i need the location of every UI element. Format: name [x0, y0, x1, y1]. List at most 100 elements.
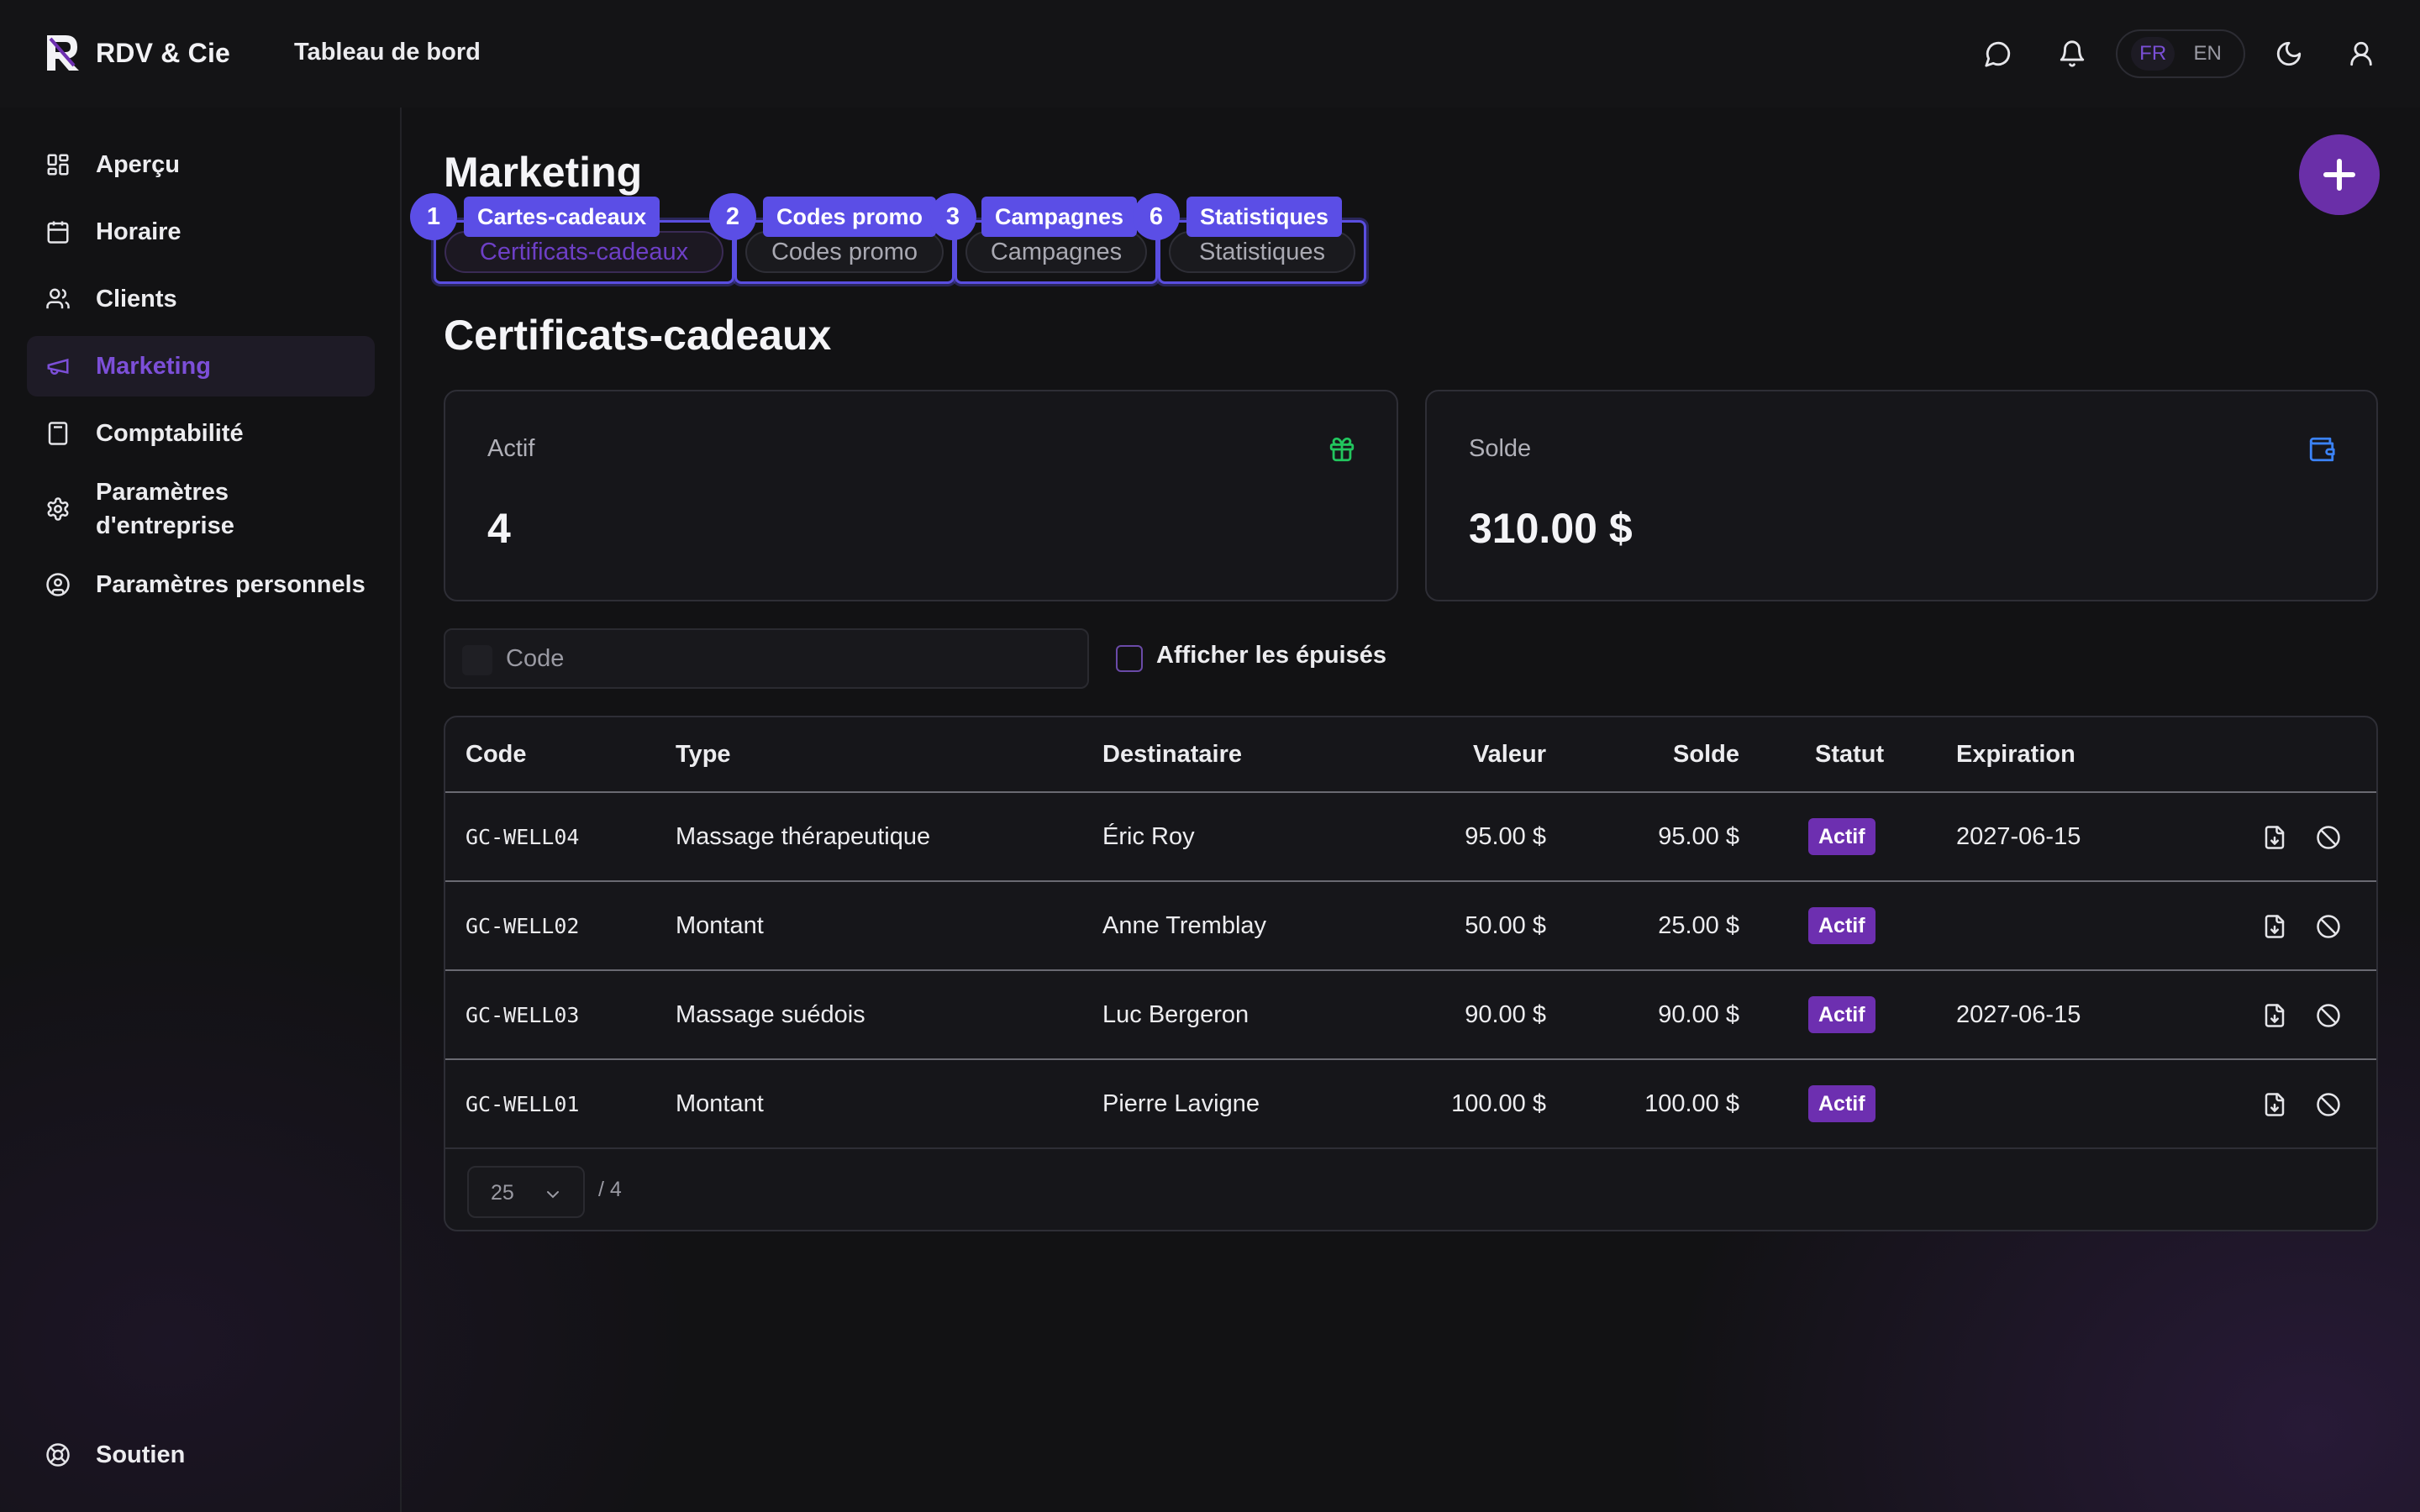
tab-label: Statistiques — [1169, 231, 1355, 273]
card-value: 310.00 $ — [1469, 505, 1633, 552]
card-label: Solde — [1469, 435, 1532, 462]
calendar-icon — [44, 218, 72, 246]
download-file-icon[interactable] — [2259, 1000, 2291, 1032]
column-header-expiration[interactable]: Expiration — [1956, 741, 2075, 769]
overlay-mark-number: 3 — [929, 193, 976, 240]
sidebar-item-label: Marketing — [96, 353, 211, 380]
page-title: Marketing — [444, 149, 643, 196]
sidebar-item-clients[interactable]: Clients — [27, 269, 375, 329]
status-badge: Actif — [1808, 1085, 1876, 1122]
cell-code: GC-WELL01 — [466, 1092, 580, 1116]
lang-en[interactable]: EN — [2185, 37, 2229, 71]
card-label: Actif — [487, 435, 535, 462]
sidebar-item-parametres-entreprise[interactable]: Paramètres d'entreprise — [27, 470, 375, 548]
overlay-mark-number: 1 — [410, 193, 457, 240]
chevron-down-icon — [547, 1191, 559, 1199]
cell-code: GC-WELL02 — [466, 914, 580, 938]
cell-balance: 90.00 $ — [1658, 1001, 1739, 1028]
grid-icon — [44, 150, 72, 179]
sidebar-item-label: Soutien — [96, 1441, 186, 1468]
page-size-select[interactable]: 25 — [467, 1166, 585, 1218]
column-header-type[interactable]: Type — [676, 741, 731, 769]
column-header-value[interactable]: Valeur — [1473, 741, 1546, 769]
sidebar-item-label: Horaire — [96, 218, 182, 245]
overlay-mark-label: Codes promo — [763, 197, 937, 237]
download-file-icon[interactable] — [2259, 822, 2291, 853]
column-header-status[interactable]: Statut — [1815, 741, 1884, 769]
page-total: / 4 — [598, 1178, 622, 1201]
cell-value: 95.00 $ — [1465, 823, 1546, 850]
cell-recipient: Luc Bergeron — [1102, 1001, 1249, 1028]
logo-icon — [47, 35, 79, 71]
sidebar: Aperçu Horaire Clients Marketing Comptab… — [0, 108, 402, 1512]
balance-card: Solde 310.00 $ — [1425, 390, 2378, 601]
sidebar-item-label: Clients — [96, 286, 177, 312]
user-icon[interactable] — [2344, 37, 2378, 71]
cell-recipient: Éric Roy — [1102, 823, 1195, 850]
language-switch[interactable]: FR EN — [2116, 29, 2245, 78]
plus-icon — [2323, 159, 2355, 191]
table-row[interactable]: GC-WELL01 Montant Pierre Lavigne 100.00 … — [445, 1060, 2376, 1149]
column-header-balance[interactable]: Solde — [1673, 741, 1739, 769]
gift-certificates-table: Code Type Destinataire Valeur Solde Stat… — [444, 716, 2378, 1231]
disable-icon[interactable] — [2312, 1000, 2344, 1032]
top-bar: RDV & Cie Tableau de bord FR EN — [0, 0, 2420, 108]
header-title: Tableau de bord — [294, 39, 481, 66]
sidebar-item-soutien[interactable]: Soutien — [27, 1425, 375, 1485]
cell-code: GC-WELL03 — [466, 1003, 580, 1027]
code-search-input[interactable]: Code — [444, 628, 1089, 689]
sidebar-item-marketing[interactable]: Marketing — [27, 336, 375, 396]
sidebar-item-label: Paramètres personnels — [96, 571, 366, 598]
sidebar-item-horaire[interactable]: Horaire — [27, 202, 375, 262]
download-file-icon[interactable] — [2259, 911, 2291, 942]
moon-icon[interactable] — [2272, 37, 2306, 71]
sidebar-item-label: Aperçu — [96, 151, 180, 178]
table-row[interactable]: GC-WELL02 Montant Anne Tremblay 50.00 $ … — [445, 882, 2376, 971]
sidebar-item-parametres-personnels[interactable]: Paramètres personnels — [27, 554, 375, 615]
add-button[interactable] — [2299, 134, 2380, 215]
show-depleted-checkbox[interactable] — [1116, 645, 1143, 672]
disable-icon[interactable] — [2312, 1089, 2344, 1121]
show-depleted-label[interactable]: Afficher les épuisés — [1156, 642, 1386, 669]
overlay-mark-number: 6 — [1133, 193, 1180, 240]
table-row[interactable]: GC-WELL03 Massage suédois Luc Bergeron 9… — [445, 971, 2376, 1060]
cell-type: Montant — [676, 912, 764, 939]
overlay-mark-label: Campagnes — [981, 197, 1138, 237]
cell-recipient: Anne Tremblay — [1102, 912, 1267, 939]
column-header-recipient[interactable]: Destinataire — [1102, 741, 1242, 769]
status-badge: Actif — [1808, 818, 1876, 855]
search-icon — [462, 645, 492, 675]
download-file-icon[interactable] — [2259, 1089, 2291, 1121]
disable-icon[interactable] — [2312, 822, 2344, 853]
sidebar-item-label: Comptabilité — [96, 420, 244, 447]
active-count-card: Actif 4 — [444, 390, 1398, 601]
gift-icon — [1329, 437, 1355, 462]
cell-balance: 25.00 $ — [1658, 912, 1739, 939]
lang-fr[interactable]: FR — [2131, 37, 2175, 71]
sidebar-item-apercu[interactable]: Aperçu — [27, 134, 375, 195]
section-title: Certificats-cadeaux — [444, 312, 832, 359]
table-header: Code Type Destinataire Valeur Solde Stat… — [445, 717, 2376, 793]
disable-icon[interactable] — [2312, 911, 2344, 942]
cell-balance: 100.00 $ — [1644, 1090, 1739, 1117]
overlay-mark-label: Cartes-cadeaux — [464, 197, 660, 237]
table-row[interactable]: GC-WELL04 Massage thérapeutique Éric Roy… — [445, 793, 2376, 882]
cell-recipient: Pierre Lavigne — [1102, 1090, 1260, 1117]
cell-expiration: 2027-06-15 — [1956, 823, 2081, 850]
tab-label: Campagnes — [965, 231, 1147, 273]
cell-code: GC-WELL04 — [466, 825, 580, 849]
megaphone-icon — [44, 352, 72, 381]
overlay-mark-label: Statistiques — [1186, 197, 1343, 237]
brand[interactable]: RDV & Cie — [44, 32, 230, 74]
card-value: 4 — [487, 505, 511, 552]
bell-icon[interactable] — [2055, 37, 2089, 71]
status-badge: Actif — [1808, 907, 1876, 944]
wallet-icon — [2309, 437, 2335, 462]
lifebuoy-icon — [44, 1441, 72, 1469]
cell-value: 100.00 $ — [1451, 1090, 1546, 1117]
column-header-code[interactable]: Code — [466, 741, 527, 769]
sidebar-item-comptabilite[interactable]: Comptabilité — [27, 403, 375, 464]
calculator-icon — [44, 419, 72, 448]
cell-type: Massage thérapeutique — [676, 823, 931, 850]
chat-icon[interactable] — [1981, 37, 2015, 71]
